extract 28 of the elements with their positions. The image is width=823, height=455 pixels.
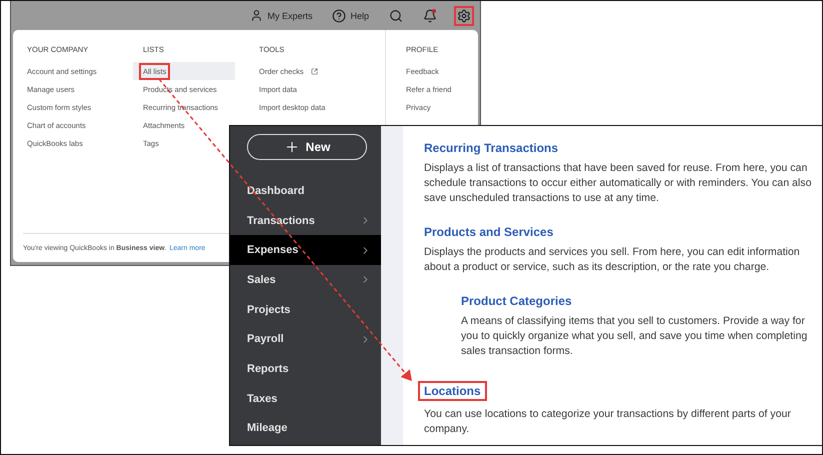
section-link[interactable]: Recurring Transactions [424,141,558,155]
section-description: Displays a list of transactions that have been saved for reuse. From here, you can schedule transactions to occur either automatically or with reminders. You can also save unscheduled transactions to use at any time. [424,161,812,206]
bell-icon [423,8,437,22]
external-link-icon [310,68,318,74]
new-button[interactable]: New [247,134,367,160]
nav-item[interactable]: Projects [230,294,381,324]
section-description: A means of classifying items that you sell to customers. Provide a way for you to quickly organize what you sell, and save you time when completing sales transaction forms. [461,314,808,359]
nav-item[interactable]: Sales [230,265,381,295]
nav-item[interactable]: Dashboard [230,176,381,206]
section-description: Displays the products and services you sell. From here, you can edit information about a product or service, such as its description, or the rate you charge. [424,245,801,275]
section-link[interactable]: Products and Services [424,225,554,239]
nav-item[interactable]: Expenses [230,235,381,266]
nav-item[interactable]: Mileage [230,414,381,444]
toolbar-button[interactable] [454,6,474,26]
section-link[interactable]: Product Categories [461,294,572,308]
nav-item[interactable]: Taxes [230,384,381,414]
person-icon [250,9,264,22]
section-link[interactable]: Locations [418,381,487,401]
help-icon [332,8,346,22]
settings-icon [457,8,471,22]
nav-item[interactable]: Payroll [230,324,381,354]
top-bar-link[interactable]: Help [329,6,372,26]
section-description: You can use locations to categorize your transactions by different parts of your company. [424,407,792,437]
search-icon [389,8,403,22]
nav-item[interactable]: Reports [230,354,381,384]
top-bar-link[interactable]: My Experts [247,6,316,25]
nav-item[interactable]: Transactions [230,206,381,236]
notification-dot [432,8,436,12]
